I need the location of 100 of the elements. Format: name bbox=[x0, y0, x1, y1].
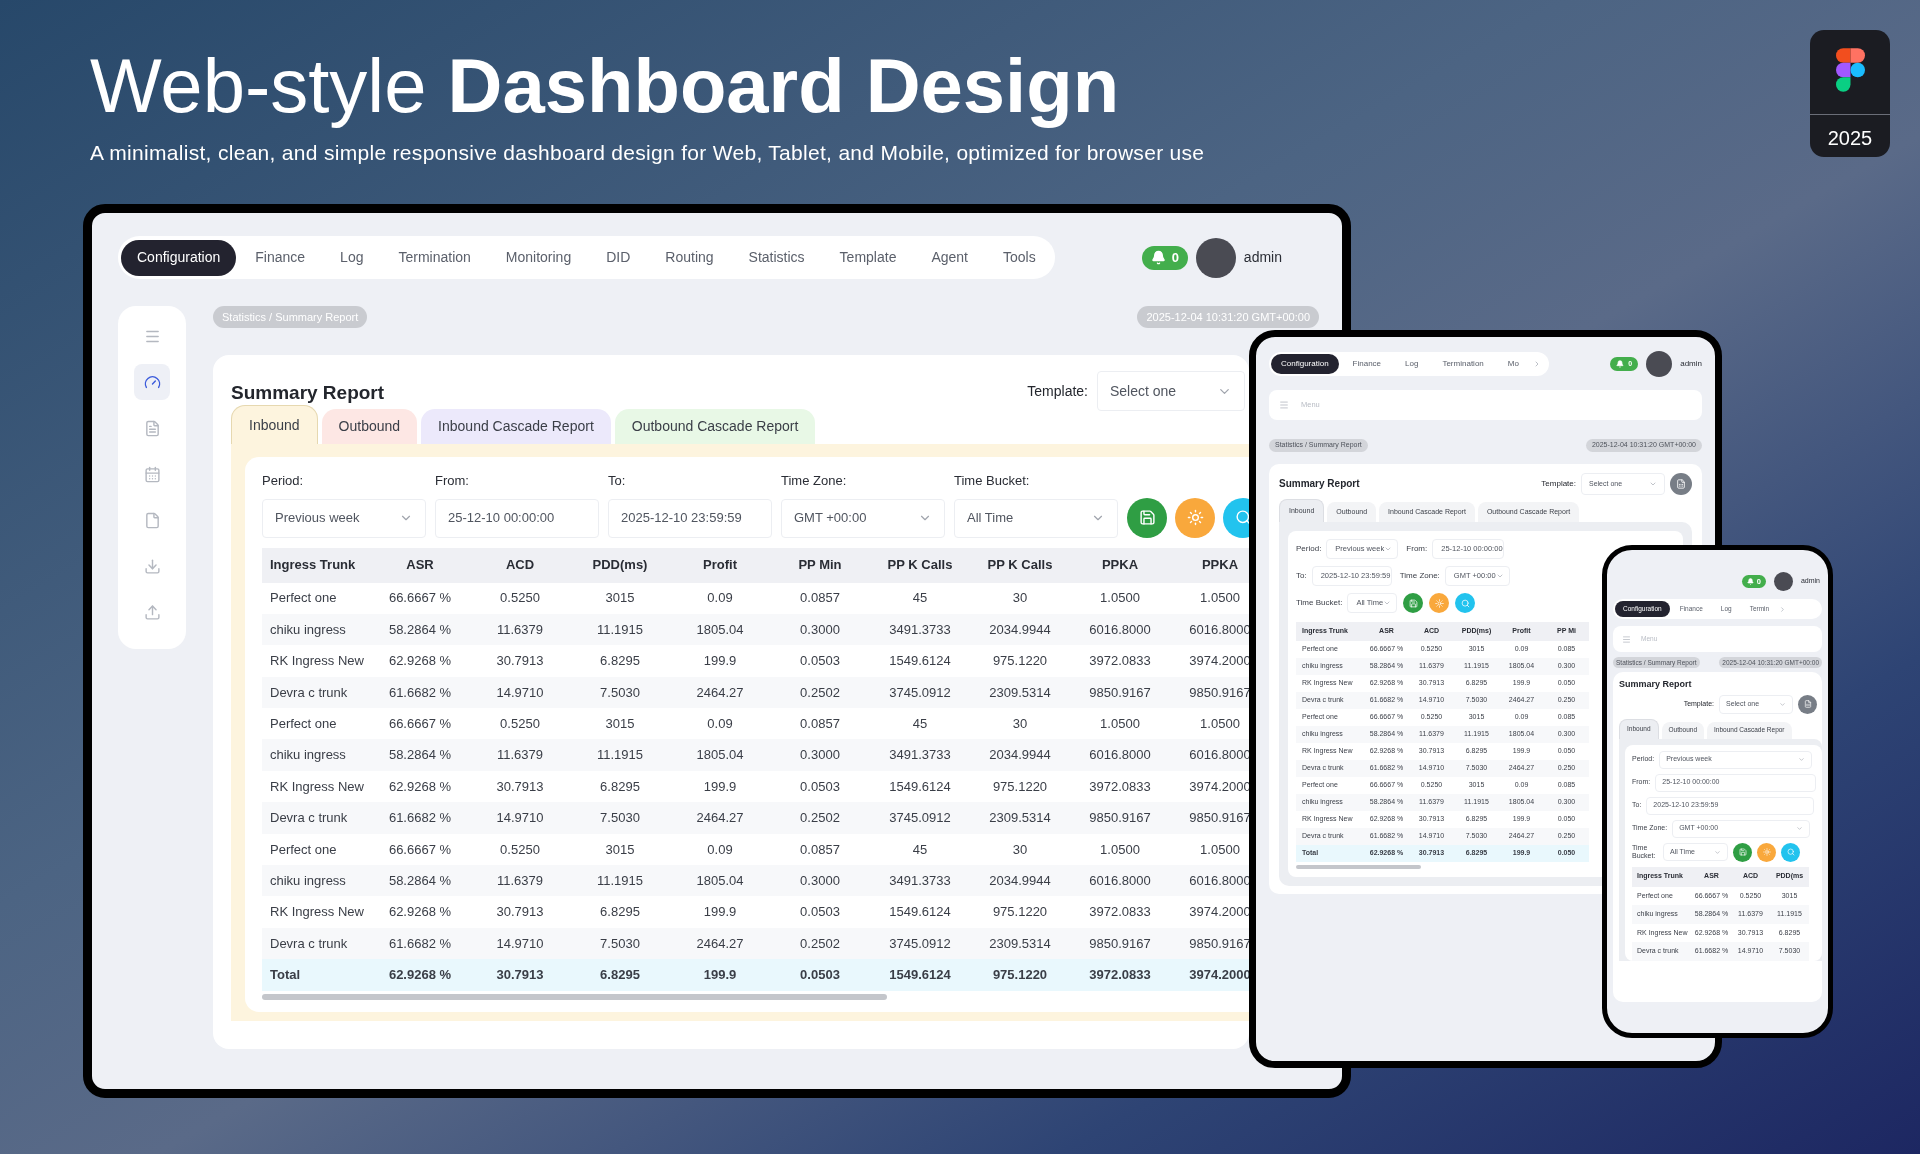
table-cell: 7.5030 bbox=[570, 927, 670, 960]
table-cell: 9850.9167 bbox=[1070, 802, 1170, 834]
table-cell: 2034.9944 bbox=[970, 865, 1070, 897]
sun-icon bbox=[1434, 598, 1444, 608]
nav-tab[interactable]: Configuration bbox=[121, 239, 237, 276]
user-name[interactable]: admin bbox=[1680, 358, 1702, 370]
total-cell: 62.9268 % bbox=[370, 959, 470, 991]
column-header: PDD(ms) bbox=[570, 547, 670, 583]
table-cell: 14.9710 bbox=[470, 676, 570, 709]
nav-tab[interactable]: Finance bbox=[239, 239, 322, 276]
input-field[interactable]: 25-12-10 00:00:00 bbox=[435, 498, 599, 538]
select-field[interactable]: Previous week bbox=[262, 498, 426, 538]
nav-tab[interactable]: Log bbox=[1395, 354, 1429, 374]
nav-tab[interactable]: Routing bbox=[649, 239, 730, 276]
avatar[interactable] bbox=[1646, 351, 1673, 377]
table-cell: 3491.3733 bbox=[870, 613, 970, 646]
report-tab[interactable]: Inbound bbox=[231, 405, 318, 444]
table-cell: 0.2502 bbox=[770, 676, 870, 709]
table-cell: 11.1915 bbox=[570, 739, 670, 771]
page-subtitle: A minimalist, clean, and simple responsive dashboard design for Web, Tablet, and Mobile, optimized for browser use bbox=[90, 140, 1205, 167]
document-icon bbox=[1676, 479, 1686, 489]
save-icon bbox=[1138, 509, 1156, 526]
table-cell: 1805.04 bbox=[670, 865, 770, 897]
table-cell: 1805.04 bbox=[670, 739, 770, 771]
nav-tab[interactable]: Termination bbox=[382, 239, 487, 276]
column-header: PP Min bbox=[770, 547, 870, 583]
report-tab[interactable]: Inbound Cascade Report bbox=[421, 409, 611, 444]
report-tab[interactable]: Outbound Cascade Report bbox=[614, 409, 816, 444]
total-cell: 199.9 bbox=[670, 959, 770, 991]
nav-tab[interactable]: Termination bbox=[1432, 354, 1494, 374]
search-button[interactable] bbox=[1781, 842, 1800, 862]
table-cell: Devra c trunk bbox=[262, 676, 370, 709]
table-cell: 2464.27 bbox=[670, 676, 770, 709]
nav-tab[interactable]: Agent bbox=[915, 239, 984, 276]
filter-label: To: bbox=[608, 472, 627, 490]
table-cell: 61.6682 % bbox=[370, 927, 470, 960]
table-cell: 3745.0912 bbox=[870, 676, 970, 709]
brightness-button[interactable] bbox=[1175, 497, 1215, 538]
chevron-right-icon[interactable] bbox=[1779, 605, 1787, 613]
column-header: ASR bbox=[370, 547, 470, 583]
nav-tab[interactable]: Log bbox=[324, 239, 380, 276]
save-button[interactable] bbox=[1733, 842, 1752, 862]
nav-tab[interactable]: Tools bbox=[987, 239, 1052, 276]
bell-icon bbox=[1746, 578, 1754, 585]
gauge-icon bbox=[143, 373, 161, 391]
avatar[interactable] bbox=[1773, 572, 1793, 591]
report-tab[interactable]: Outbound bbox=[321, 409, 418, 444]
input-field[interactable]: 2025-12-10 23:59:59 bbox=[608, 498, 772, 538]
report-title: Summary Report bbox=[1619, 678, 1693, 691]
nav-tab[interactable]: DID bbox=[590, 239, 647, 276]
total-cell: 0.0503 bbox=[770, 959, 870, 991]
template-label: Template: bbox=[1027, 381, 1088, 401]
table-cell: 14.9710 bbox=[470, 802, 570, 834]
export-button[interactable] bbox=[1798, 694, 1817, 714]
filter-label: Time Zone: bbox=[781, 472, 848, 490]
export-button[interactable] bbox=[1670, 473, 1692, 495]
table-cell: 0.3000 bbox=[770, 865, 870, 897]
search-icon bbox=[1460, 598, 1470, 608]
nav-tab[interactable]: Template bbox=[823, 239, 913, 276]
avatar[interactable] bbox=[1195, 237, 1236, 278]
total-cell: 975.1220 bbox=[970, 959, 1070, 991]
brightness-button[interactable] bbox=[1757, 842, 1776, 862]
nav-tab[interactable]: Monitoring bbox=[489, 239, 588, 276]
brightness-button[interactable] bbox=[1429, 593, 1450, 613]
table-cell: 2309.5314 bbox=[970, 927, 1070, 960]
table-cell: Devra c trunk bbox=[262, 927, 370, 960]
table-cell: chiku ingress bbox=[262, 865, 370, 897]
save-button[interactable] bbox=[1403, 593, 1424, 613]
filter-label: Time Zone: bbox=[1399, 570, 1440, 582]
nav-tab[interactable]: Mo bbox=[1497, 354, 1529, 374]
menu-icon bbox=[1279, 400, 1289, 410]
table-cell: 11.1915 bbox=[570, 865, 670, 897]
nav-tab[interactable]: Finance bbox=[1342, 354, 1392, 374]
scrollbar[interactable] bbox=[1296, 865, 1421, 869]
save-icon bbox=[1408, 598, 1418, 608]
save-button[interactable] bbox=[1127, 497, 1167, 538]
sidebar-item[interactable] bbox=[134, 364, 170, 400]
scrollbar[interactable] bbox=[262, 993, 887, 1000]
table-cell: 61.6682 % bbox=[370, 676, 470, 709]
table-cell: 2034.9944 bbox=[970, 613, 1070, 646]
select-field[interactable]: All Time bbox=[954, 498, 1118, 538]
page-title: Web-style Dashboard Design bbox=[90, 42, 1120, 130]
search-button[interactable] bbox=[1455, 593, 1476, 613]
nav-tab[interactable]: Configuration bbox=[1271, 354, 1339, 374]
table-cell: 58.2864 % bbox=[370, 739, 470, 771]
caret-icon bbox=[1796, 825, 1804, 832]
calendar-icon bbox=[143, 465, 161, 483]
user-name[interactable]: admin bbox=[1243, 247, 1282, 268]
filter-label: From: bbox=[1406, 543, 1428, 555]
column-header: PPKA bbox=[1070, 547, 1170, 583]
download-icon bbox=[143, 557, 161, 575]
select-field[interactable]: GMT +00:00 bbox=[781, 498, 945, 538]
logo-icon bbox=[1835, 48, 1865, 92]
caret-icon bbox=[1384, 545, 1393, 553]
table-cell: 9850.9167 bbox=[1070, 676, 1170, 709]
report-title: Summary Report bbox=[1279, 477, 1360, 491]
total-cell: 30.7913 bbox=[470, 959, 570, 991]
nav-tab[interactable]: Statistics bbox=[732, 239, 821, 276]
select-field[interactable]: Select one bbox=[1097, 371, 1245, 411]
table-cell: 11.6379 bbox=[470, 739, 570, 771]
